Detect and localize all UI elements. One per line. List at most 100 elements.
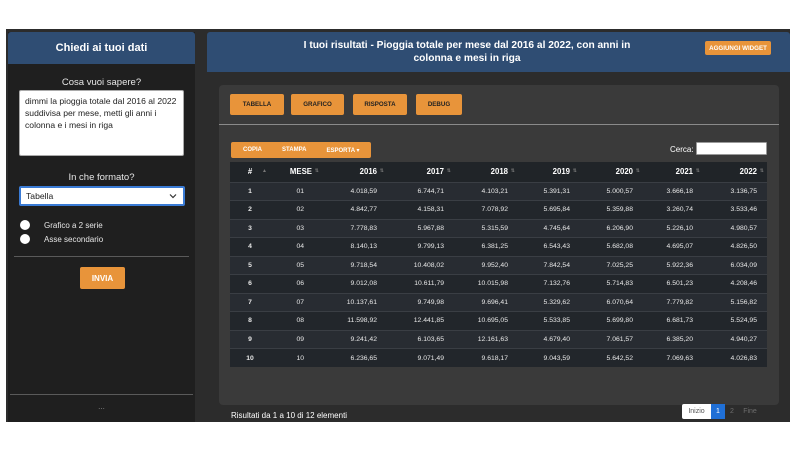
sort-icon[interactable]: ⇅ <box>511 168 515 174</box>
radio-icon[interactable] <box>20 234 30 244</box>
pagination-page-2[interactable]: 2 <box>725 404 739 419</box>
pagination-page-1[interactable]: 1 <box>711 404 725 419</box>
sort-icon[interactable]: ▲ <box>262 168 267 174</box>
table-cell: 5.533,85 <box>518 311 580 330</box>
sort-icon[interactable]: ⇅ <box>696 168 700 174</box>
table-cell: 3.666,18 <box>643 181 703 201</box>
table-cell: 5.699,80 <box>580 311 643 330</box>
column-header[interactable]: 2017 ⇅ <box>387 162 454 182</box>
search-input[interactable] <box>696 142 767 155</box>
table-cell: 5.682,08 <box>580 237 643 256</box>
tab-divider <box>219 124 779 125</box>
option-secondary-axis-label: Asse secondario <box>44 234 104 244</box>
table-cell: 9.799,13 <box>387 237 454 256</box>
table-toolbar: COPIA STAMPA ESPORTA ▾ <box>231 142 371 158</box>
pagination-first[interactable]: Inizio <box>682 404 711 419</box>
table-cell: 4.026,83 <box>703 348 767 367</box>
sidebar: Chiedi ai tuoi dati Cosa vuoi sapere? di… <box>8 32 195 422</box>
tab-grafico[interactable]: GRAFICO <box>291 94 344 115</box>
table-cell: 4.842,77 <box>322 200 387 219</box>
column-header[interactable]: # ▲ <box>230 162 270 182</box>
table-cell: 6.206,90 <box>580 218 643 238</box>
pagination-last[interactable]: Fine <box>739 404 761 419</box>
table-row: 4 04 8.140,13 9.799,13 6.381,25 6.543,43 5.682… <box>230 237 767 256</box>
option-two-series[interactable]: Grafico a 2 serie <box>20 220 103 230</box>
table-cell: 4.826,50 <box>703 237 767 256</box>
table-row: 6 06 9.012,08 10.611,79 10.015,98 7.132,76 5.7… <box>230 274 767 293</box>
table-cell: 9.952,40 <box>454 255 518 275</box>
table-cell: 6.543,43 <box>518 237 580 256</box>
table-cell: 4.208,46 <box>703 274 767 293</box>
column-header[interactable]: 2018 ⇅ <box>454 162 518 182</box>
sort-icon[interactable]: ⇅ <box>380 168 384 174</box>
table-cell: 06 <box>270 274 322 293</box>
column-header-label: 2018 <box>490 167 508 177</box>
table-cell: 6.103,65 <box>387 329 454 349</box>
radio-icon[interactable] <box>20 220 30 230</box>
table-cell: 7.779,82 <box>643 292 703 312</box>
chevron-down-icon <box>169 192 177 202</box>
column-header[interactable]: 2021 ⇅ <box>643 162 703 182</box>
export-button[interactable]: ESPORTA ▾ <box>326 147 359 154</box>
table-cell: 4.745,64 <box>518 218 580 238</box>
table-cell: 10.695,05 <box>454 311 518 330</box>
table-cell: 5.000,57 <box>580 181 643 201</box>
table-cell: 5.329,62 <box>518 292 580 312</box>
table-cell: 1 <box>230 181 270 201</box>
table-cell: 7.778,83 <box>322 218 387 238</box>
sort-icon[interactable]: ⇅ <box>573 168 577 174</box>
tab-debug[interactable]: DEBUG <box>416 94 462 115</box>
table-row: 7 07 10.137,61 9.749,98 9.696,41 5.329,62 6.07… <box>230 292 767 312</box>
table-cell: 7.061,57 <box>580 329 643 349</box>
column-header-label: 2021 <box>675 167 693 177</box>
table-cell: 4.018,59 <box>322 181 387 201</box>
table-cell: 6.236,65 <box>322 348 387 367</box>
table-row: 8 08 11.598,92 12.441,85 10.695,05 5.533,85 5.… <box>230 311 767 330</box>
question-input[interactable]: dimmi la pioggia totale dal 2016 al 2022… <box>19 90 184 156</box>
option-secondary-axis[interactable]: Asse secondario <box>20 234 103 244</box>
table-cell: 3.260,74 <box>643 200 703 219</box>
option-two-series-label: Grafico a 2 serie <box>44 220 103 230</box>
format-select[interactable]: Tabella <box>19 186 185 206</box>
table-cell: 03 <box>270 218 322 238</box>
results-header: I tuoi risultati - Pioggia totale per me… <box>207 32 790 72</box>
table-row: 10 10 6.236,65 9.071,49 9.618,17 9.043,59 5.64… <box>230 348 767 367</box>
page-title: I tuoi risultati - Pioggia totale per me… <box>303 40 631 64</box>
table-cell: 5.156,82 <box>703 292 767 312</box>
sort-icon[interactable]: ⇅ <box>636 168 640 174</box>
table-cell: 5.714,83 <box>580 274 643 293</box>
tab-risposta[interactable]: RISPOSTA <box>353 94 407 115</box>
table-cell: 5.391,31 <box>518 181 580 201</box>
sort-icon[interactable]: ⇅ <box>315 168 319 174</box>
table-cell: 08 <box>270 311 322 330</box>
sort-icon[interactable]: ⇅ <box>447 168 451 174</box>
send-button[interactable]: INVIA <box>80 267 125 289</box>
table-cell: 6 <box>230 274 270 293</box>
column-header[interactable]: 2020 ⇅ <box>580 162 643 182</box>
sort-icon[interactable]: ⇅ <box>760 168 764 174</box>
column-header[interactable]: 2022 ⇅ <box>703 162 767 182</box>
copy-button[interactable]: COPIA <box>243 147 262 153</box>
sidebar-footer: ... <box>98 402 105 411</box>
column-header[interactable]: MESE ⇅ <box>270 162 322 182</box>
table-cell: 5.315,59 <box>454 218 518 238</box>
column-header-label: 2022 <box>739 167 757 177</box>
table-cell: 9.696,41 <box>454 292 518 312</box>
table-cell: 5.967,88 <box>387 218 454 238</box>
tab-tabella[interactable]: TABELLA <box>230 94 284 115</box>
sidebar-divider <box>10 394 193 395</box>
column-header[interactable]: 2019 ⇅ <box>518 162 580 182</box>
table-cell: 10.408,02 <box>387 255 454 275</box>
table-cell: 7.025,25 <box>580 255 643 275</box>
table-cell: 9.718,54 <box>322 255 387 275</box>
table-cell: 6.501,23 <box>643 274 703 293</box>
print-button[interactable]: STAMPA <box>282 147 306 153</box>
add-widget-button[interactable]: AGGIUNGI WIDGET <box>705 41 771 55</box>
table-cell: 9.012,08 <box>322 274 387 293</box>
column-header-label: 2016 <box>359 167 377 177</box>
column-header-label: 2020 <box>615 167 633 177</box>
table-summary: Risultati da 1 a 10 di 12 elementi <box>231 411 348 420</box>
app-window: Chiedi ai tuoi dati Cosa vuoi sapere? di… <box>6 29 790 422</box>
column-header[interactable]: 2016 ⇅ <box>322 162 387 182</box>
table-cell: 09 <box>270 329 322 349</box>
